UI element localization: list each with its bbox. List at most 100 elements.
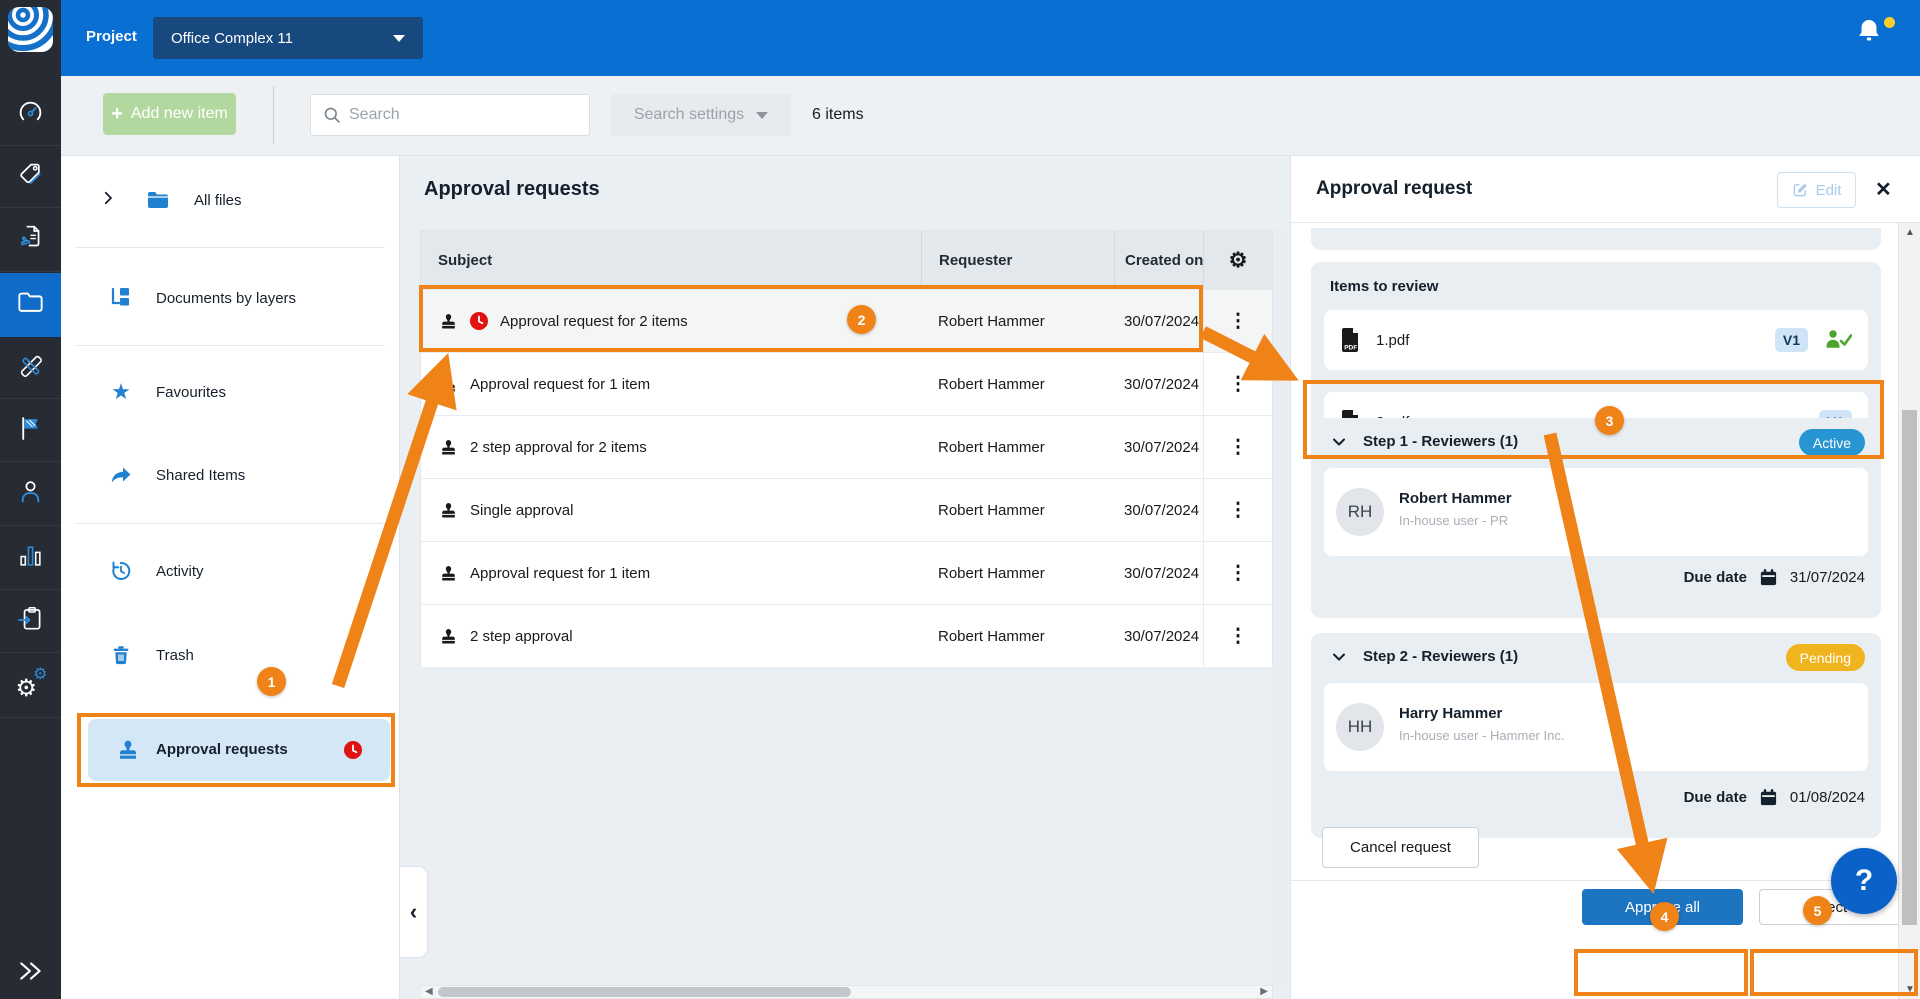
- search-icon: [323, 106, 341, 124]
- row-menu-button[interactable]: ⋮: [1229, 499, 1248, 522]
- notifications-button[interactable]: [1856, 16, 1900, 60]
- table-settings-button[interactable]: ⚙: [1203, 231, 1272, 289]
- search-settings-label: Search settings: [634, 106, 744, 124]
- nav-label: Shared Items: [156, 467, 245, 484]
- sidebar-item-contacts[interactable]: [0, 463, 61, 526]
- urgent-clock-icon: [470, 312, 488, 330]
- row-requester: Robert Hammer: [921, 353, 1114, 415]
- reviewer-name: Robert Hammer: [1399, 490, 1512, 507]
- double-chevron-right-icon: [17, 957, 45, 990]
- collapse-panel-button[interactable]: ‹: [400, 866, 428, 958]
- scroll-left-arrow[interactable]: ◀: [425, 986, 433, 998]
- cancel-request-button[interactable]: Cancel request: [1322, 827, 1479, 868]
- nav-item-approval-requests[interactable]: Approval requests: [88, 719, 390, 781]
- table-row[interactable]: Approval request for 1 item Robert Hamme…: [421, 541, 1272, 604]
- project-selector[interactable]: Office Complex 11: [153, 17, 423, 59]
- row-menu-button[interactable]: ⋮: [1229, 625, 1248, 648]
- bar-chart-icon: [17, 542, 44, 574]
- items-count: 6 items: [812, 106, 864, 124]
- vertical-scrollbar[interactable]: ▲ ▼: [1898, 223, 1920, 999]
- approval-requests-panel: Approval requests Subject Requester Crea…: [400, 156, 1290, 999]
- file-name: 1.pdf: [1376, 332, 1759, 349]
- nav-item-shared-items[interactable]: Shared Items: [61, 453, 399, 497]
- table-row[interactable]: 2 step approval Robert Hammer 30/07/2024…: [421, 604, 1272, 667]
- star-icon: ★: [108, 381, 134, 403]
- nav-label: Documents by layers: [156, 290, 296, 307]
- app-logo[interactable]: [8, 7, 53, 52]
- row-subject: 2 step approval for 2 items: [470, 439, 647, 456]
- search-box[interactable]: [310, 94, 590, 136]
- due-date-value: 01/08/2024: [1790, 789, 1865, 806]
- horizontal-scrollbar-thumb[interactable]: [438, 987, 851, 997]
- row-menu-button[interactable]: ⋮: [1229, 562, 1248, 585]
- file-item[interactable]: 1.pdf V1: [1324, 310, 1868, 370]
- row-requester: Robert Hammer: [921, 290, 1114, 352]
- avatar: HH: [1336, 703, 1384, 751]
- sidebar-item-settings[interactable]: ⚙⚙: [0, 654, 61, 718]
- nav-item-documents-by-layers[interactable]: Documents by layers: [61, 276, 399, 320]
- vertical-scrollbar-thumb[interactable]: [1902, 410, 1917, 925]
- row-requester: Robert Hammer: [921, 416, 1114, 478]
- sidebar-item-flags[interactable]: [0, 400, 61, 462]
- search-settings-button[interactable]: Search settings: [611, 94, 791, 136]
- row-requester: Robert Hammer: [921, 542, 1114, 604]
- plus-icon: +: [111, 104, 123, 124]
- annotation-badge-4: 4: [1650, 902, 1679, 931]
- approval-stamp-icon: [439, 501, 458, 520]
- edit-button[interactable]: Edit: [1777, 172, 1856, 208]
- step-title: Step 1 - Reviewers (1): [1363, 433, 1518, 450]
- approval-stamp-icon: [439, 438, 458, 457]
- nav-item-activity[interactable]: Activity: [61, 549, 399, 593]
- due-date-label: Due date: [1684, 789, 1747, 806]
- sidebar-item-measurements[interactable]: [0, 338, 61, 399]
- calendar-icon: [1759, 568, 1778, 587]
- sidebar-item-dashboard[interactable]: [0, 84, 61, 146]
- row-created: 30/07/2024: [1114, 605, 1203, 667]
- pending-clock-badge: [344, 741, 362, 764]
- ruler-pencil-icon: [17, 352, 45, 385]
- add-new-item-label: Add new item: [131, 105, 228, 123]
- scroll-right-arrow[interactable]: ▶: [1260, 986, 1268, 998]
- add-new-item-button[interactable]: + Add new item: [103, 93, 236, 135]
- close-icon[interactable]: ✕: [1875, 177, 1892, 202]
- help-button[interactable]: ?: [1831, 848, 1897, 914]
- nav-item-favourites[interactable]: ★ Favourites: [61, 370, 399, 414]
- app-sidebar: ⚙⚙: [0, 0, 61, 999]
- row-subject: Approval request for 1 item: [470, 565, 650, 582]
- pdf-file-icon: [1340, 328, 1360, 352]
- clipboard-arrow-icon: [17, 605, 45, 638]
- folder-icon: [145, 188, 171, 212]
- sidebar-item-stamped-documents[interactable]: [0, 209, 61, 272]
- chevron-right-icon[interactable]: [99, 189, 117, 212]
- sidebar-item-reports[interactable]: [0, 527, 61, 590]
- step-2-header[interactable]: Step 2 - Reviewers (1) Pending: [1311, 633, 1881, 681]
- scroll-down-arrow[interactable]: ▼: [1899, 984, 1920, 995]
- chevron-down-icon[interactable]: [1329, 432, 1349, 457]
- vertical-scrollbar-track[interactable]: [1274, 230, 1288, 985]
- table-header: Subject Requester Created on ⚙: [421, 231, 1272, 289]
- scroll-up-arrow[interactable]: ▲: [1899, 227, 1920, 238]
- nav-item-trash[interactable]: Trash: [61, 633, 399, 677]
- document-stamp-icon: [17, 224, 45, 257]
- row-menu-button[interactable]: ⋮: [1229, 310, 1248, 333]
- sidebar-item-tags[interactable]: [0, 147, 61, 208]
- row-menu-button[interactable]: ⋮: [1229, 436, 1248, 459]
- horizontal-scrollbar[interactable]: ◀ ▶: [420, 985, 1273, 999]
- sidebar-expand-button[interactable]: [0, 948, 61, 998]
- row-subject: Approval request for 2 items: [500, 313, 688, 330]
- chevron-down-icon[interactable]: [1329, 647, 1349, 672]
- toolbar: + Add new item Search settings 6 items: [61, 76, 1920, 156]
- table-row[interactable]: Single approval Robert Hammer 30/07/2024…: [421, 478, 1272, 541]
- calendar-icon: [1759, 788, 1778, 807]
- table-row[interactable]: 2 step approval for 2 items Robert Hamme…: [421, 415, 1272, 478]
- sidebar-item-files[interactable]: [0, 273, 61, 337]
- gauge-icon: [17, 99, 44, 131]
- table-row[interactable]: Approval request for 1 item Robert Hamme…: [421, 352, 1272, 415]
- nav-item-all-files[interactable]: All files: [61, 178, 399, 222]
- sidebar-item-submittals[interactable]: [0, 591, 61, 653]
- search-input[interactable]: [349, 106, 577, 124]
- reviewer-name: Harry Hammer: [1399, 705, 1502, 722]
- items-to-review-title: Items to review: [1330, 278, 1438, 295]
- reviewer-role: In-house user - PR: [1399, 513, 1508, 528]
- row-menu-button[interactable]: ⋮: [1229, 373, 1248, 396]
